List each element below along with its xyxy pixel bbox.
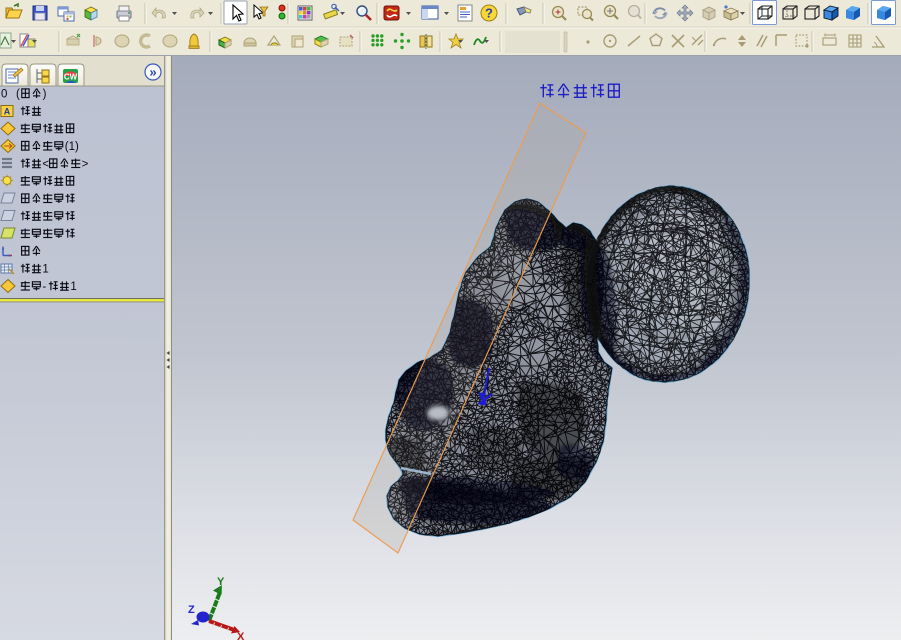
svg-text:>: >: [82, 159, 89, 171]
svg-text:): ): [43, 89, 47, 101]
svg-text:1: 1: [70, 281, 76, 293]
svg-text:(: (: [16, 89, 20, 101]
svg-text:X: X: [237, 631, 245, 640]
svg-text:<: <: [42, 159, 49, 171]
svg-text:0: 0: [1, 89, 7, 101]
svg-text:Z: Z: [188, 604, 195, 616]
svg-text:1: 1: [42, 264, 48, 276]
svg-text:?: ?: [485, 6, 493, 21]
svg-text:CW: CW: [64, 73, 78, 82]
svg-text:A: A: [4, 107, 11, 117]
svg-text:(1): (1): [65, 141, 79, 153]
svg-text:Y: Y: [217, 576, 225, 588]
svg-text:-: -: [42, 281, 46, 293]
svg-text:»: »: [149, 65, 156, 80]
